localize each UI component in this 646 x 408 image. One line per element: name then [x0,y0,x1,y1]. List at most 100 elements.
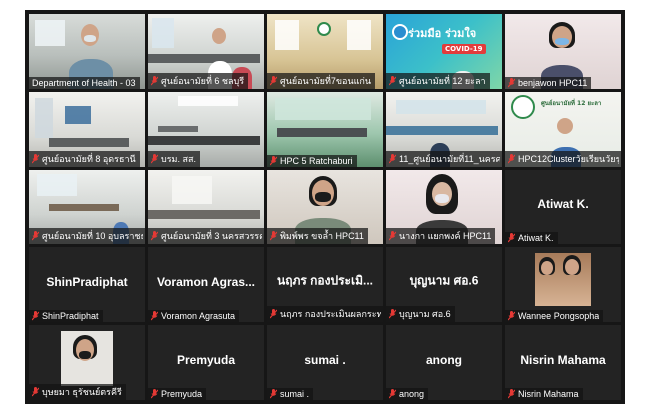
muted-mic-icon [151,389,158,399]
participant-name: HPC12Clusterวัยเรียนวัยรุ่น [518,153,620,164]
muted-mic-icon [151,311,158,321]
muted-mic-icon [508,311,515,321]
participant-tile[interactable]: ศูนย์อนามัยที่ 6 ชลบุรี [148,14,264,89]
participant-name: ShinPradiphat [42,311,99,322]
participant-tile[interactable]: ศูนย์อนามัยที่ 12 ยะลา HPC12Clusterวัยเร… [505,91,621,167]
participant-display-name: Nisrin Mahama [520,352,606,367]
participant-name-label: HPC 5 Ratchaburi [267,154,357,167]
covid-tag: COVID-19 [442,44,486,54]
participant-tile[interactable]: Atiwat K. Atiwat K. [505,169,621,245]
muted-mic-icon [151,75,158,86]
participant-display-name: Voramon Agras... [156,274,256,289]
muted-mic-icon [270,231,277,241]
muted-mic-icon [389,231,396,241]
participant-grid: Department of Health - 03 ศูนย์อนามัยที่… [29,14,621,400]
participant-display-name: ShinPradiphat [46,274,128,289]
participant-tile[interactable]: นฤภร กองประเมิ... นฤภร กองประเมินผลกระทบ [267,247,383,323]
participant-tile[interactable]: บุษยมา ธุรัชนย์ตรคีรี [29,325,145,400]
participant-tile[interactable]: benjawon HPC11 [505,14,621,89]
participant-name: บุญนาม ศอ.6 [399,309,451,320]
muted-mic-icon [389,75,396,86]
participant-tile[interactable]: Premyuda Premyuda [148,325,264,400]
muted-mic-icon [270,155,277,165]
participant-tile[interactable]: Wannee Pongsopha [505,247,621,323]
participant-name: benjawon HPC11 [518,77,588,88]
participant-name: 11_ศูนย์อนามัยที่11_นครศรีธรรมราช [399,153,501,164]
participant-name-label: Nisrin Mahama [505,388,583,400]
muted-mic-icon [508,153,515,163]
muted-mic-icon [389,153,396,163]
participant-name: Voramon Agrasuta [161,311,236,322]
participant-name: บรม. สส. [161,153,196,164]
muted-mic-icon [389,389,396,399]
banner-text: ร่วมมือ ร่วมใจ [408,27,477,40]
muted-mic-icon [32,153,39,163]
participant-name: HPC 5 Ratchaburi [280,155,353,166]
participant-name-label: พิมพ์พร ขจล้ำ HPC11 [267,228,368,245]
participant-name-label: 11_ศูนย์อนามัยที่11_นครศรีธรรมราช [386,150,502,167]
participant-display-name: sumai . [304,352,346,367]
participant-tile[interactable]: ShinPradiphat ShinPradiphat [29,247,145,323]
muted-mic-icon [270,75,277,86]
participant-display-name: นฤภร กองประเมิ... [276,273,373,288]
participant-tile[interactable]: Voramon Agras... Voramon Agrasuta [148,247,264,323]
participant-name: Wannee Pongsopha [518,311,600,322]
participant-tile[interactable]: ศูนย์อนามัยที่ 10 อุบลราชธานี [29,169,145,245]
participant-tile[interactable]: ศูนย์อนามัยที่7ขอนแก่น [267,14,383,89]
participant-tile[interactable]: ศูนย์อนามัยที่ 3 นครสวรรค์ [148,169,264,245]
participant-name-label: Premyuda [148,388,207,400]
participant-name: นางกา แยกพงค์ HPC11 [399,231,492,242]
participant-name: ศูนย์อนามัยที่7ขอนแก่น [280,75,372,86]
participant-display-name: บุญนาม ศอ.6 [409,273,479,288]
participant-tile[interactable]: anong anong [386,325,502,400]
muted-mic-icon [32,387,39,397]
participant-name-label: HPC12Clusterวัยเรียนวัยรุ่น [505,150,621,167]
participant-name: นฤภร กองประเมินผลกระทบ [280,309,382,320]
muted-mic-icon [151,153,158,163]
participant-name-label: นางกา แยกพงค์ HPC11 [386,228,496,245]
muted-mic-icon [151,231,158,241]
participant-name-label: บุญนาม ศอ.6 [386,306,455,323]
participant-name: ศูนย์อนามัยที่ 8 อุดรธานี [42,153,136,164]
participant-name-label: ศูนย์อนามัยที่ 12 ยะลา [386,72,490,89]
zoom-gallery-window: Department of Health - 03 ศูนย์อนามัยที่… [25,10,625,404]
participant-tile[interactable]: พิมพ์พร ขจล้ำ HPC11 [267,169,383,245]
participant-tile[interactable]: sumai . sumai . [267,325,383,400]
muted-mic-icon [32,311,39,321]
muted-mic-icon [508,233,515,243]
profile-photo [61,331,113,386]
participant-name: anong [399,389,425,399]
participant-name: Nisrin Mahama [518,389,579,399]
participant-name: ศูนย์อนามัยที่ 12 ยะลา [399,75,486,86]
participant-display-name: anong [426,352,462,367]
muted-mic-icon [270,389,277,399]
participant-name: Atiwat K. [518,233,554,244]
participant-name: พิมพ์พร ขจล้ำ HPC11 [280,231,364,242]
participant-tile[interactable]: ศูนย์อนามัยที่ 8 อุดรธานี [29,91,145,167]
participant-tile[interactable]: บรม. สส. [148,91,264,167]
participant-name: ศูนย์อนามัยที่ 10 อุบลราชธานี [42,231,144,242]
participant-name-label: Atiwat K. [505,232,558,245]
participant-name: Premyuda [161,389,203,399]
participant-tile[interactable]: ร่วมมือ ร่วมใจ COVID-19 ศูนย์อนามัยที่ 1… [386,14,502,89]
participant-display-name: Atiwat K. [537,197,589,212]
participant-display-name: Premyuda [176,352,236,367]
muted-mic-icon [32,231,39,241]
participant-name-label: anong [386,388,429,400]
participant-name-label: ศูนย์อนามัยที่ 8 อุดรธานี [29,150,140,167]
participant-name-label: ศูนย์อนามัยที่7ขอนแก่น [267,72,376,89]
participant-tile[interactable]: Department of Health - 03 [29,14,145,89]
participant-tile[interactable]: 11_ศูนย์อนามัยที่11_นครศรีธรรมราช [386,91,502,167]
participant-name-label: ShinPradiphat [29,310,103,323]
participant-name: sumai . [280,389,310,399]
participant-name-label: บรม. สส. [148,150,200,167]
participant-name-label: Wannee Pongsopha [505,310,604,323]
participant-tile[interactable]: Nisrin Mahama Nisrin Mahama [505,325,621,400]
participant-tile[interactable]: HPC 5 Ratchaburi [267,91,383,167]
muted-mic-icon [508,389,515,399]
participant-tile[interactable]: นางกา แยกพงค์ HPC11 [386,169,502,245]
participant-name-label: ศูนย์อนามัยที่ 6 ชลบุรี [148,72,249,89]
participant-name-label: Department of Health - 03 [29,76,140,89]
participant-tile[interactable]: บุญนาม ศอ.6 บุญนาม ศอ.6 [386,247,502,323]
participant-name-label: benjawon HPC11 [505,76,592,89]
